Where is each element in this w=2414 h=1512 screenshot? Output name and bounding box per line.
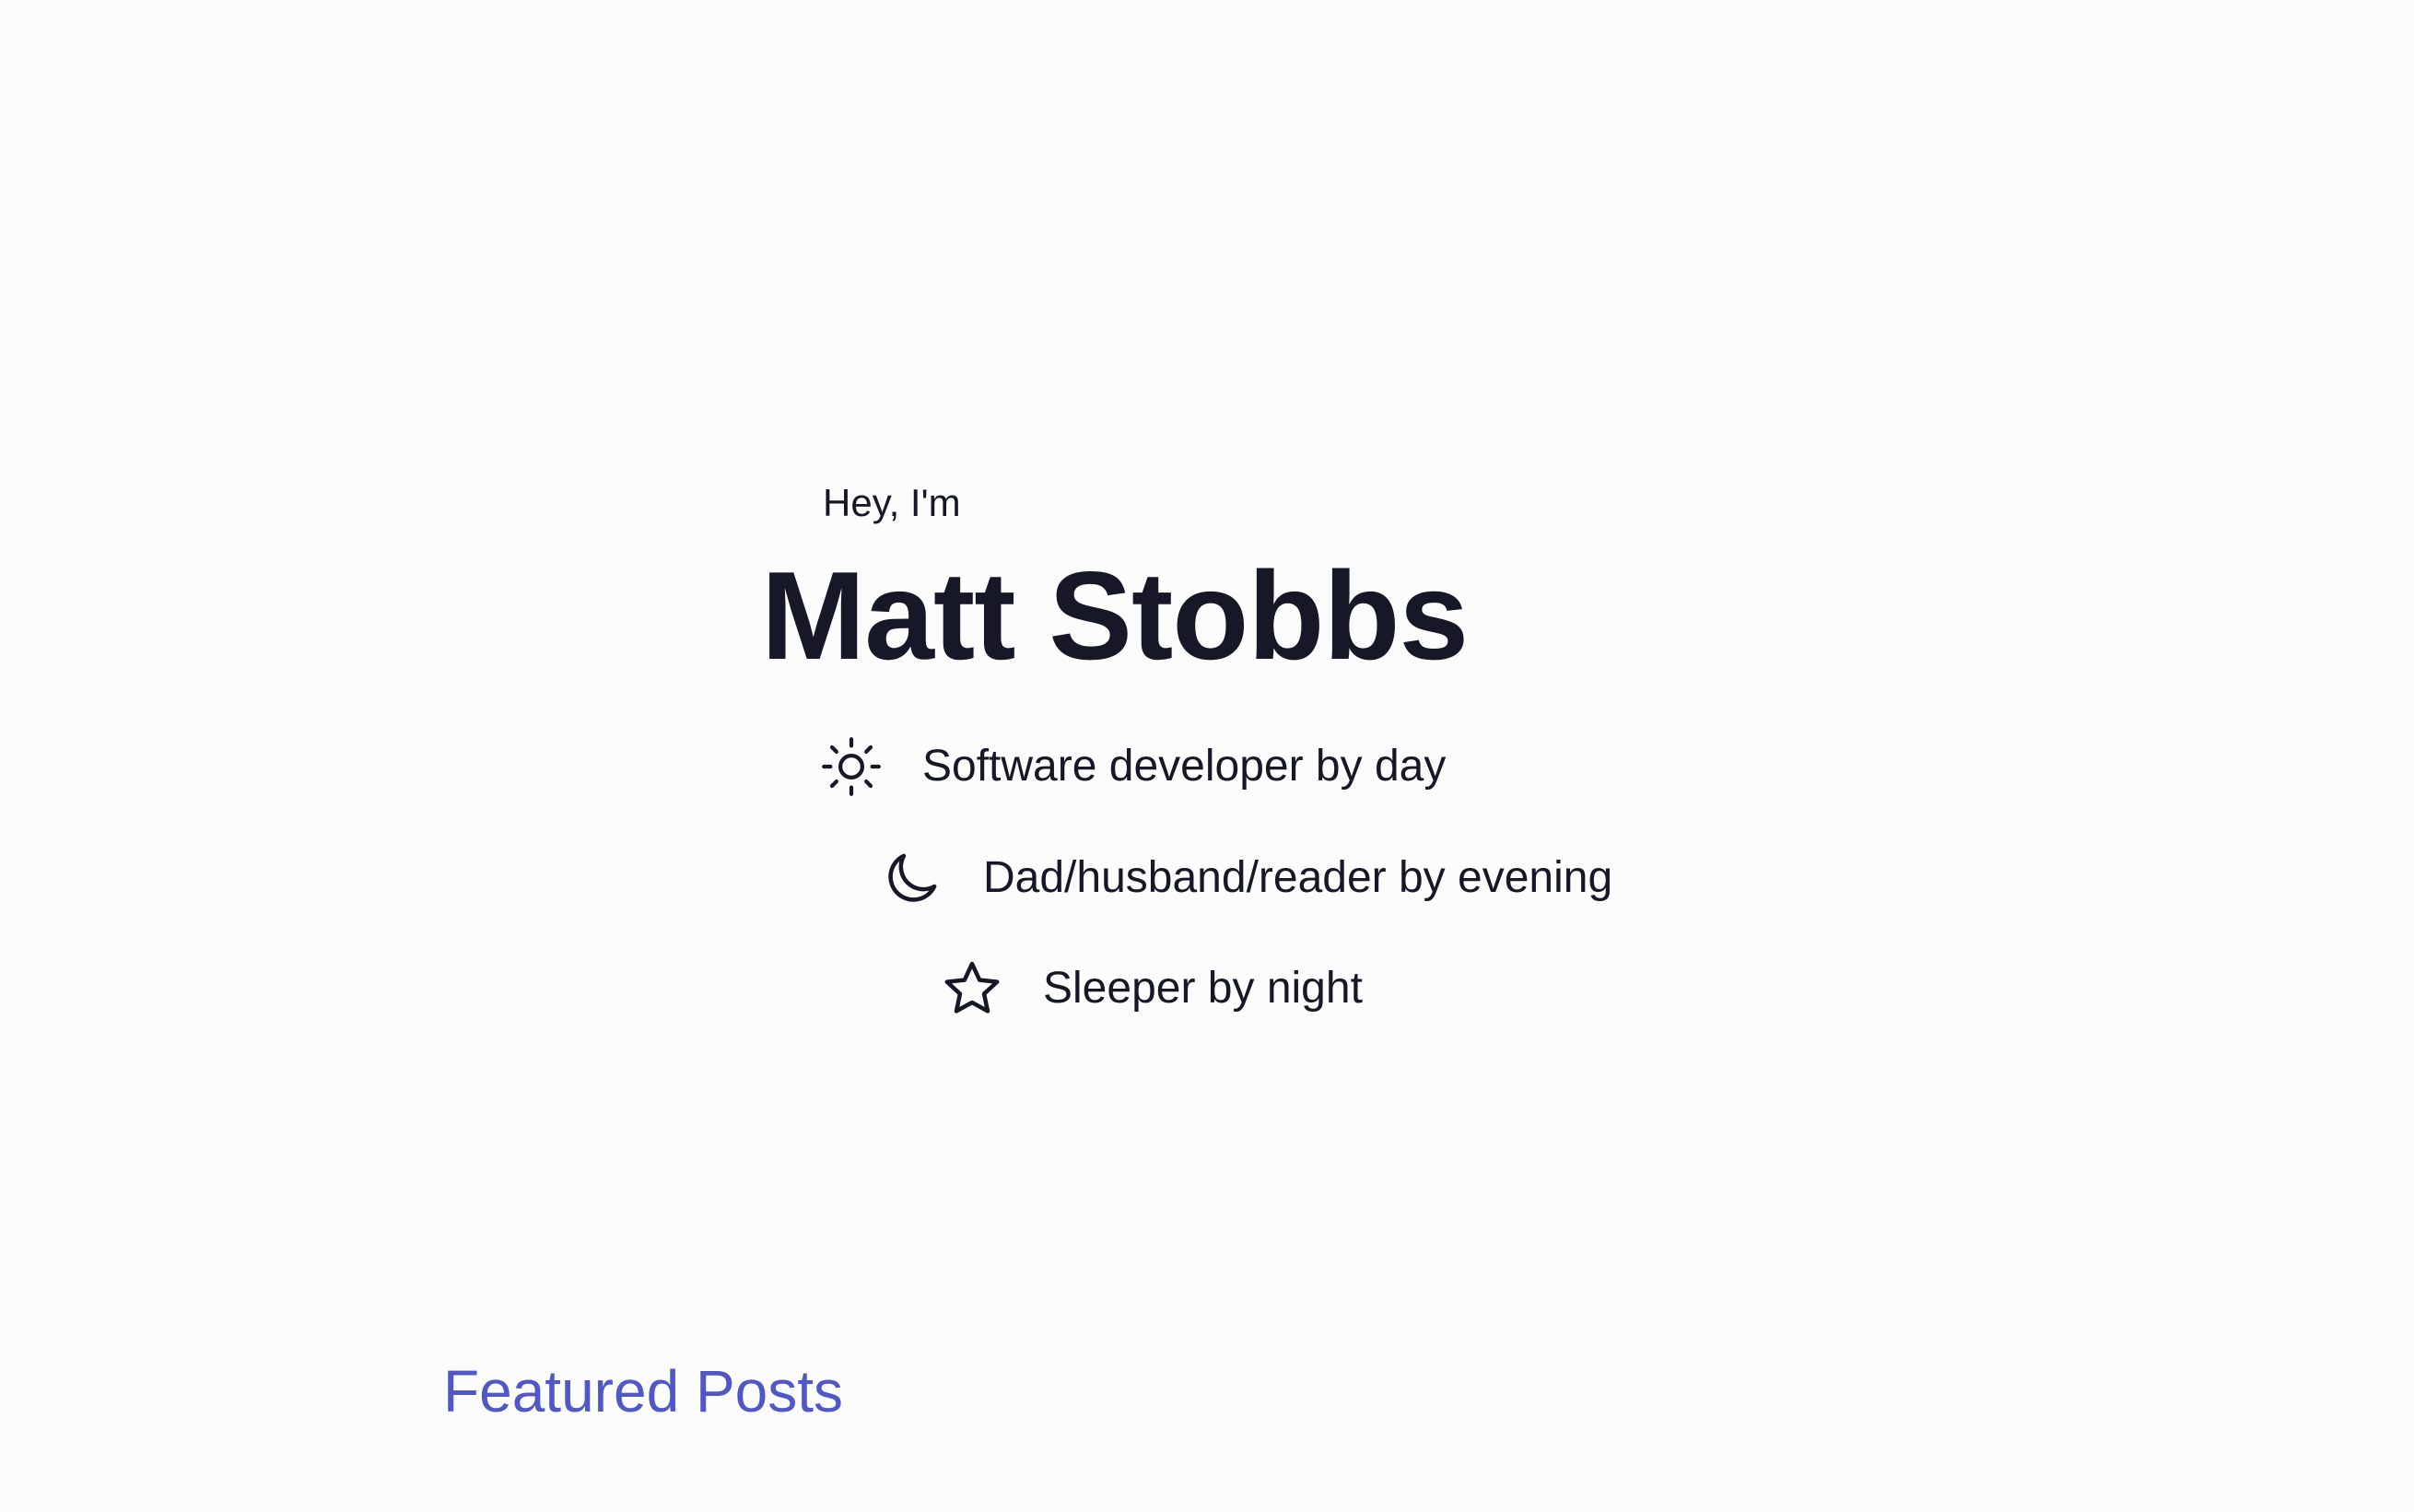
tagline-night: Sleeper by night <box>940 956 1363 1021</box>
star-icon <box>940 956 1004 1021</box>
moon-icon <box>880 846 944 910</box>
tagline-day-label: Software developer by day <box>922 742 1447 791</box>
sun-icon <box>819 734 884 799</box>
tagline-evening: Dad/husband/reader by evening <box>880 846 1612 910</box>
tagline-night-label: Sleeper by night <box>1043 964 1363 1013</box>
greeting-text: Hey, I'm <box>823 481 961 524</box>
featured-posts-heading: Featured Posts <box>443 1358 843 1424</box>
author-name: Matt Stobbs <box>761 545 1469 686</box>
tagline-evening-label: Dad/husband/reader by evening <box>983 853 1613 902</box>
tagline-day: Software developer by day <box>819 734 1446 799</box>
hero-section: Hey, I'm Matt Stobbs Software developer … <box>0 0 2414 1512</box>
